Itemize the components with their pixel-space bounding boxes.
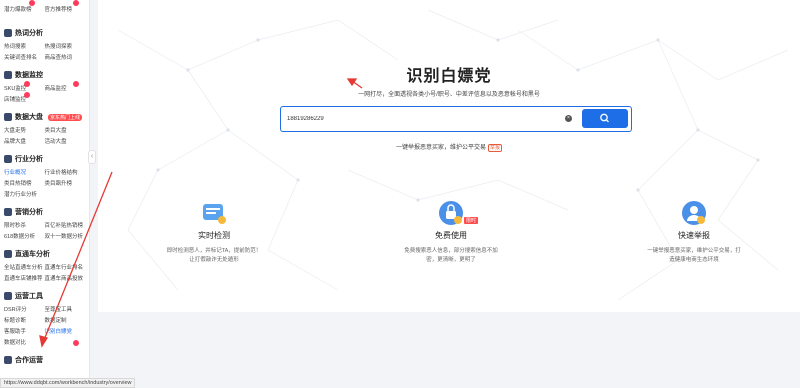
monitor-check-icon [201,200,227,226]
clear-icon[interactable]: × [565,115,572,122]
sidebar-item-brand-dashboard[interactable]: 品牌大盘 [4,137,45,145]
sidebar-item-keyword-explore[interactable]: 热搜词探索 [45,42,86,50]
section-marketing-analysis[interactable]: 营销分析 [0,205,89,219]
sidebar-item-category-hot[interactable]: 类目热销榜 [4,179,45,187]
sidebar-item-ztc-all[interactable]: 全站直通车分析 [4,263,45,271]
sidebar-item-ztc-shop[interactable]: 直通车店铺推荐 [4,274,45,282]
sidebar-item-flash-sale[interactable]: 限时秒杀 [4,221,45,229]
sidebar-item-market-trend[interactable]: 大盘走势 [4,126,45,134]
sidebar-item-price-structure[interactable]: 行业价格结构 [45,168,86,176]
sidebar-item-product-keywords[interactable]: 商品查热词 [45,53,86,61]
sidebar-item-industry-overview[interactable]: 行业概况 [4,168,45,176]
marketing-icon [4,208,12,216]
search-button[interactable] [582,109,628,128]
network-background [117,9,789,301]
section-industry-analysis[interactable]: 行业分析 [0,152,89,166]
limited-time-badge: 限时 [464,217,479,224]
feature-quick-report: 快速举报 一键举报恶意买家，维护公平交易，打 造健康电商生态环境 [638,200,750,265]
new-badge [29,0,35,6]
sidebar-item-identify-freeloader[interactable]: 识别白嫖党 [45,327,86,335]
section-hot-keywords[interactable]: 热词分析 [0,26,89,40]
sidebar-item-data-compare[interactable]: 数据对比 [4,338,46,346]
sidebar-item-category-dashboard[interactable]: 类目大盘 [45,126,86,134]
sidebar-item-official-recommend[interactable]: 官方推荐榜 [45,5,86,13]
identify-freeloader-panel: 识别白嫖党 一网打尽，全面透视各类小号/职号、中差评信息以及恶意帐号和黑号 × … [98,0,800,312]
hot-keywords-icon [4,29,12,37]
sidebar-item-subsidy-hot[interactable]: 百亿补贴热销榜 [45,221,86,229]
feature-realtime: 实时检测 即时检测恶人，并标记TA，提前防范！ 让打假敲诈无处遁形 [154,200,274,265]
sidebar-item-product-monitor[interactable]: 商品监控 [45,84,86,92]
monitor-icon [4,71,12,79]
ztc-icon [4,250,12,258]
new-badge [73,340,79,346]
phone-search-input[interactable] [281,107,561,130]
report-hint: 一键举报恶意买家，维护公平交易 举报 [395,144,503,152]
sidebar-item-dsr[interactable]: DSR评分 [4,305,45,313]
sidebar-item-data-custom[interactable]: 数据定制 [45,316,86,324]
sidebar-item-potential-hot[interactable]: 潜力爆款榜 [4,5,45,13]
sidebar-item-keyword-rank[interactable]: 关键词查排名 [4,53,45,61]
sidebar-item-ztc-rank[interactable]: 直通车行业排名 [45,263,86,271]
industry-icon [4,155,12,163]
new-badge [73,81,79,87]
sidebar-item-potential-industry[interactable]: 潜力行业分析 [4,190,46,198]
search-icon [600,113,609,123]
sidebar-item-keyword-search[interactable]: 热词搜索 [4,42,45,50]
sidebar-item-ztc-product[interactable]: 直通车商品投放 [45,274,86,282]
new-badge [24,92,30,98]
page-subtitle: 一网打尽，全面透视各类小号/职号、中差评信息以及恶意帐号和黑号 [358,92,540,98]
section-data-monitor[interactable]: 数据监控 [0,68,89,82]
new-badge [24,81,30,87]
section-partner-ops[interactable]: 合作运营 [0,353,89,367]
lock-icon: 限时 [438,200,479,226]
status-bar-url: https://www.ddqbt.com/workbench/industry… [0,378,136,388]
search-box: × [280,106,632,132]
section-ops-tools[interactable]: 运营工具 [0,289,89,303]
sidebar-item-activity-dashboard[interactable]: 活动大盘 [45,137,86,145]
sidebar-item-title-diagnosis[interactable]: 标题诊断 [4,316,45,324]
sidebar-item-zhizunbao[interactable]: 至尊宝工具 [45,305,86,313]
tools-icon [4,292,12,300]
sidebar-collapse-button[interactable]: ‹ [88,150,96,164]
report-link[interactable]: 举报 [488,144,503,152]
page-title: 识别白嫖党 [406,68,492,85]
sidebar-item-1111-analysis[interactable]: 双十一数据分析 [45,232,86,240]
new-badge [73,0,79,6]
user-report-icon [681,200,707,226]
sidebar-item-618-analysis[interactable]: 618数据分析 [4,232,45,240]
feature-free: 限时 免费使用 免费搜索恶人信息，部分搜索信息不加 密，更清晰，更明了 [396,200,506,265]
sidebar: 潜力爆款榜 官方推荐榜 热词分析 热词搜索 热搜词探索 关键词查排名 商品查热词 数… [0,0,90,388]
sidebar-item-cs-assistant[interactable]: 客服助手 [4,327,45,335]
section-data-dashboard[interactable]: 数据大盘 京东热门上线 [0,110,89,124]
partner-icon [4,356,12,364]
dashboard-icon [4,113,12,121]
sidebar-item-category-rising[interactable]: 类目飙升榜 [45,179,86,187]
section-ztc-analysis[interactable]: 直通车分析 [0,247,89,261]
new-feature-tag: 京东热门上线 [48,113,83,121]
